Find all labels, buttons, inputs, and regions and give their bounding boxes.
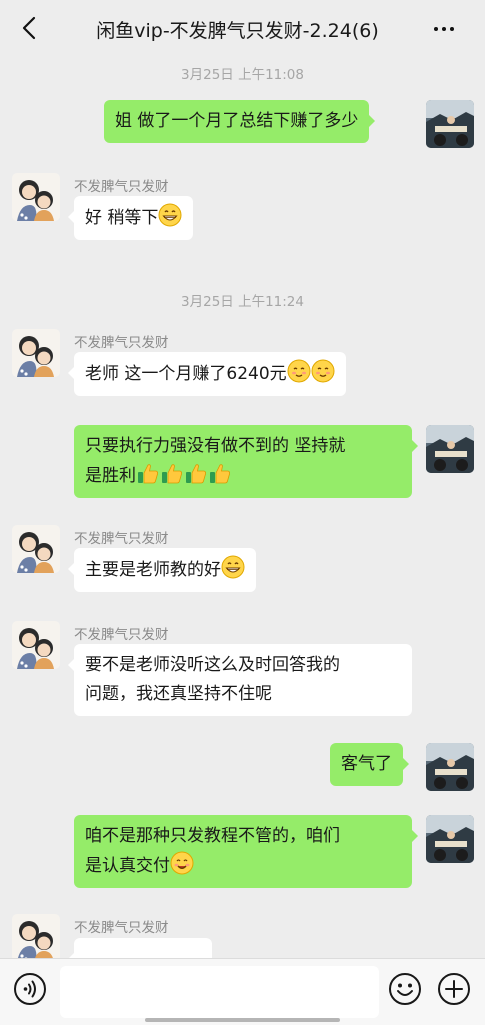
- chat-title: 闲鱼vip-不发脾气只发财-2.24(6): [96, 20, 379, 42]
- message-input[interactable]: [60, 966, 379, 1018]
- plus-icon[interactable]: [437, 972, 471, 1006]
- message-text: 姐 做了一个月了总结下赚了多少: [115, 111, 359, 131]
- sent-message[interactable]: 咱不是那种只发教程不管的，咱们 是认真交付: [74, 815, 418, 888]
- more-dots-icon: [434, 27, 438, 31]
- blush-emoji-icon: [287, 359, 311, 383]
- sender-name: 不发脾气只发财: [74, 531, 169, 547]
- message-text: 主要是老师教的好: [85, 560, 221, 580]
- received-message[interactable]: 好 稍等下: [67, 196, 194, 240]
- message-text-line: 咱不是那种只发教程不管的，咱们: [85, 826, 340, 846]
- self-avatar[interactable]: [426, 425, 474, 473]
- sender-name: 不发脾气只发财: [74, 627, 169, 643]
- chat-header: 闲鱼vip-不发脾气只发财-2.24(6): [0, 0, 485, 58]
- timestamp: 3月25日 上午11:24: [181, 294, 304, 310]
- thumbs-up-emoji-icon: [160, 461, 184, 485]
- received-message[interactable]: 主要是老师教的好: [68, 548, 256, 592]
- thumbs-up-emoji-icon: [136, 461, 160, 485]
- thumbs-up-emoji-icon: [184, 461, 208, 485]
- thumbs-up-emoji-icon: [208, 461, 232, 485]
- emoji-picker-icon[interactable]: [388, 972, 422, 1006]
- home-indicator: [145, 1018, 340, 1022]
- received-message[interactable]: 要不是老师没听这么及时回答我的 问题，我还真坚持不住呢: [68, 644, 412, 716]
- contact-avatar[interactable]: [12, 914, 60, 962]
- chevron-left-icon: [22, 16, 36, 40]
- blush-emoji-icon: [311, 359, 335, 383]
- self-avatar[interactable]: [426, 100, 474, 148]
- sent-message[interactable]: 客气了: [330, 743, 409, 786]
- grin-emoji-icon: [221, 555, 245, 579]
- message-text-line: 只要执行力强没有做不到的 坚持就: [85, 436, 346, 456]
- contact-avatar[interactable]: [12, 621, 60, 669]
- contact-avatar[interactable]: [12, 173, 60, 221]
- sender-name: 不发脾气只发财: [74, 920, 169, 936]
- message-text-line: 问题，我还真坚持不住呢: [85, 684, 272, 704]
- sender-name: 不发脾气只发财: [74, 179, 169, 195]
- contact-avatar[interactable]: [12, 329, 60, 377]
- sent-message[interactable]: 姐 做了一个月了总结下赚了多少: [104, 100, 376, 143]
- self-avatar[interactable]: [426, 743, 474, 791]
- timestamp: 3月25日 上午11:08: [181, 67, 304, 83]
- message-text-line: 是认真交付: [85, 856, 170, 876]
- message-text-line: 要不是老师没听这么及时回答我的: [85, 655, 340, 675]
- received-message[interactable]: 老师 这一个月赚了6240元: [68, 352, 346, 396]
- smile-emoji-icon: [170, 851, 194, 875]
- sender-name: 不发脾气只发财: [74, 335, 169, 351]
- voice-input-icon[interactable]: [13, 972, 47, 1006]
- message-text-line: 是胜利: [85, 466, 136, 486]
- message-composer: [0, 958, 485, 1025]
- grin-emoji-icon: [158, 203, 182, 227]
- back-button[interactable]: [14, 13, 44, 43]
- message-text: 好 稍等下: [85, 208, 159, 228]
- contact-avatar[interactable]: [12, 525, 60, 573]
- sent-message[interactable]: 只要执行力强没有做不到的 坚持就 是胜利: [74, 425, 418, 498]
- more-button[interactable]: [429, 14, 459, 44]
- message-text: 客气了: [341, 754, 392, 774]
- message-text: 老师 这一个月赚了6240元: [85, 364, 287, 384]
- self-avatar[interactable]: [426, 815, 474, 863]
